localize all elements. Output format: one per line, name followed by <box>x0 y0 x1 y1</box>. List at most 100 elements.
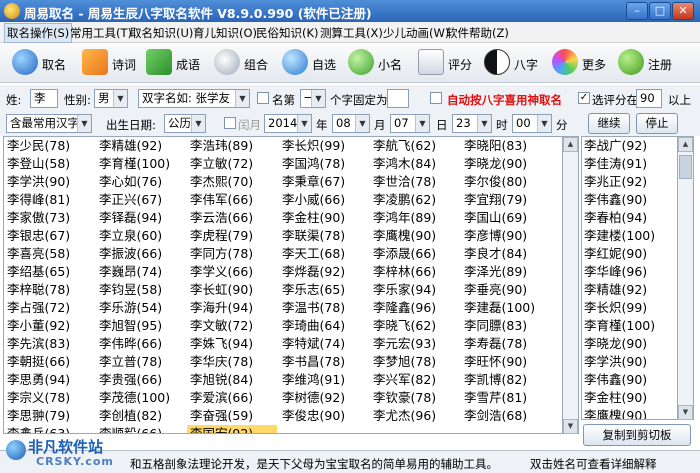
day-select[interactable]: 07 ▼ <box>390 114 430 133</box>
list-item[interactable]: 李立泉(60) <box>96 227 186 245</box>
list-item[interactable]: 李垂亮(90) <box>461 281 551 299</box>
leap-month-checkbox[interactable] <box>224 117 236 129</box>
scroll-down-icon[interactable]: ▼ <box>678 405 693 420</box>
list-item[interactable]: 李凌鹏(62) <box>370 191 460 209</box>
list-item[interactable]: 李尔俊(80) <box>461 173 551 191</box>
list-item[interactable]: 李温书(78) <box>279 299 369 317</box>
list-item[interactable]: 李天工(68) <box>279 245 369 263</box>
auto-bazi-checkbox[interactable] <box>430 92 442 104</box>
list-item[interactable]: 李晓飞(62) <box>370 317 460 335</box>
list-item[interactable]: 李巍昂(74) <box>96 263 186 281</box>
calendar-select[interactable]: 公历 ▼ <box>164 114 206 133</box>
favorite-item[interactable]: 李春柏(94) <box>582 209 677 227</box>
list-item[interactable]: 李梓林(66) <box>370 263 460 281</box>
menu-kids-animation[interactable]: 少儿动画(W) <box>383 25 449 41</box>
list-item[interactable]: 李鑫兵(63) <box>4 425 94 433</box>
list-item[interactable]: 李登山(58) <box>4 155 94 173</box>
position-select[interactable]: 一 ▼ <box>300 89 326 108</box>
favorite-item[interactable]: 李精雄(92) <box>582 281 677 299</box>
scroll-up-icon[interactable]: ▲ <box>563 137 578 152</box>
list-item[interactable]: 李银忠(67) <box>4 227 94 245</box>
list-item[interactable]: 李隆鑫(96) <box>370 299 460 317</box>
list-item[interactable]: 李振波(66) <box>96 245 186 263</box>
favorite-item[interactable]: 李晓龙(90) <box>582 335 677 353</box>
list-item[interactable]: 李小威(66) <box>279 191 369 209</box>
list-item[interactable]: 李特斌(74) <box>279 335 369 353</box>
list-item[interactable]: 李奋强(59) <box>187 407 277 425</box>
list-item[interactable]: 李思勇(94) <box>4 371 94 389</box>
list-item[interactable]: 李秉章(67) <box>279 173 369 191</box>
list-item[interactable]: 李航飞(62) <box>370 137 460 155</box>
list-item[interactable]: 李海升(94) <box>187 299 277 317</box>
list-item[interactable]: 李国鸿(78) <box>279 155 369 173</box>
list-item[interactable]: 李梦旭(78) <box>370 353 460 371</box>
list-item[interactable]: 李浩玮(89) <box>187 137 277 155</box>
list-item[interactable]: 李育槿(100) <box>96 155 186 173</box>
favorite-item[interactable]: 李红妮(90) <box>582 245 677 263</box>
list-item[interactable]: 李云浩(66) <box>187 209 277 227</box>
menu-folk-knowledge[interactable]: 民俗知识(K) <box>256 25 319 41</box>
list-item[interactable]: 李旭锐(84) <box>187 371 277 389</box>
year-select[interactable]: 2014 ▼ <box>264 114 312 133</box>
list-item[interactable]: 李旺怀(90) <box>461 353 551 371</box>
list-item[interactable]: 李长虹(90) <box>187 281 277 299</box>
list-item[interactable]: 李杰熙(70) <box>187 173 277 191</box>
list-item[interactable]: 李长炽(99) <box>279 137 369 155</box>
list-item[interactable]: 李鹰槐(90) <box>370 227 460 245</box>
list-item[interactable]: 李顺毅(66) <box>96 425 186 433</box>
list-item[interactable]: 李兴军(82) <box>370 371 460 389</box>
list-item[interactable]: 李立普(78) <box>96 353 186 371</box>
list-item[interactable]: 李精雄(92) <box>96 137 186 155</box>
list-item[interactable]: 李乐游(54) <box>96 299 186 317</box>
name-results-list[interactable]: 李少民(78) 李登山(58) 李学洪(90) 李得峰(81) 李家傲(73) 李银忠(6… <box>3 136 563 434</box>
scroll-up-icon[interactable]: ▲ <box>678 137 693 152</box>
list-item[interactable]: 李剑浩(68) <box>461 407 551 425</box>
list-item[interactable]: 李贵强(66) <box>96 371 186 389</box>
list-item[interactable]: 李鸿木(84) <box>370 155 460 173</box>
maximize-button[interactable]: □ <box>649 2 671 20</box>
list-item[interactable]: 李喜亮(58) <box>4 245 94 263</box>
favorite-item[interactable]: 李鹰槐(90) <box>582 407 677 419</box>
month-select[interactable]: 08 ▼ <box>332 114 370 133</box>
list-item[interactable]: 李得峰(81) <box>4 191 94 209</box>
list-item[interactable]: 李乐家(94) <box>370 281 460 299</box>
list-item[interactable]: 李同膘(83) <box>461 317 551 335</box>
results-scrollbar[interactable]: ▲ ▼ <box>563 136 579 434</box>
favorite-item[interactable]: 李兆正(92) <box>582 173 677 191</box>
list-item[interactable]: 李维鸿(91) <box>279 371 369 389</box>
menu-help[interactable]: 软件帮助(Z) <box>446 25 509 41</box>
list-item[interactable]: 李钦豪(78) <box>370 389 460 407</box>
favorite-item[interactable]: 李育槿(100) <box>582 317 677 335</box>
list-item[interactable]: 李世洽(78) <box>370 173 460 191</box>
favorite-item[interactable]: 李战广(92) <box>582 137 677 155</box>
list-item[interactable]: 李正兴(67) <box>96 191 186 209</box>
fixed-char-input[interactable] <box>387 89 409 108</box>
menu-naming-ops[interactable]: 取名操作(S) <box>4 23 73 43</box>
favorite-item[interactable]: 李金柱(90) <box>582 389 677 407</box>
list-item[interactable]: 李树德(92) <box>279 389 369 407</box>
list-item[interactable]: 李爱滨(66) <box>187 389 277 407</box>
favorite-item[interactable]: 李建楼(100) <box>582 227 677 245</box>
gender-select[interactable]: 男 ▼ <box>94 89 128 108</box>
list-item[interactable]: 李旭智(95) <box>96 317 186 335</box>
favorite-item[interactable]: 李伟鑫(90) <box>582 191 677 209</box>
stop-button[interactable]: 停止 <box>636 113 678 134</box>
list-item[interactable]: 李铎磊(94) <box>96 209 186 227</box>
list-item[interactable]: 李元宏(93) <box>370 335 460 353</box>
list-item[interactable]: 李晓阳(83) <box>461 137 551 155</box>
charset-select[interactable]: 含最常用汉字 ▼ <box>6 114 92 133</box>
list-item[interactable]: 李茂德(100) <box>96 389 186 407</box>
list-item[interactable]: 李先滨(83) <box>4 335 94 353</box>
list-item[interactable]: 李梓聪(78) <box>4 281 94 299</box>
list-item[interactable]: 李建磊(100) <box>461 299 551 317</box>
close-button[interactable]: ✕ <box>672 2 694 20</box>
menu-naming-knowledge[interactable]: 取名知识(U) <box>130 25 193 41</box>
list-item[interactable]: 李凯博(82) <box>461 371 551 389</box>
list-item[interactable]: 李小董(92) <box>4 317 94 335</box>
list-item[interactable]: 李鸿年(89) <box>370 209 460 227</box>
list-item[interactable]: 李宜翔(79) <box>461 191 551 209</box>
list-item[interactable]: 李伟晔(66) <box>96 335 186 353</box>
list-item[interactable]: 李姝飞(94) <box>187 335 277 353</box>
fixed-position-checkbox[interactable] <box>257 92 269 104</box>
minute-select[interactable]: 00 ▼ <box>512 114 552 133</box>
